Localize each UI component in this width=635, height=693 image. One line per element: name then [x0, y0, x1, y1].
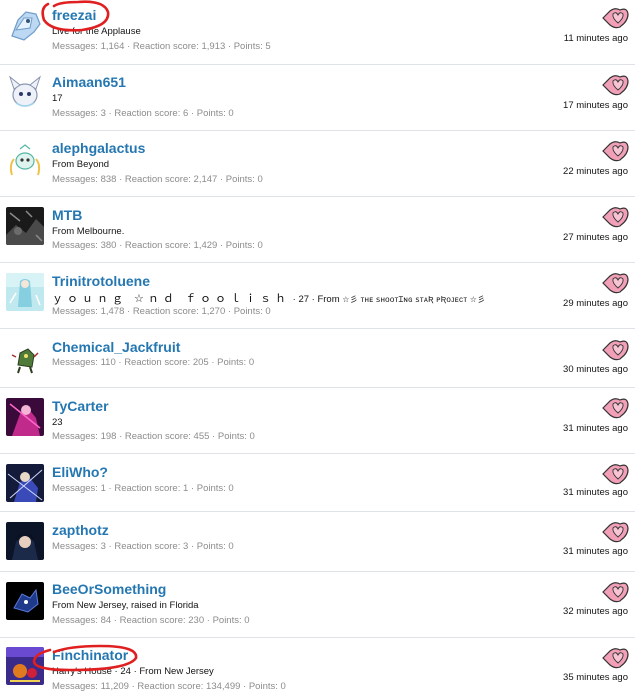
avatar[interactable] — [6, 522, 44, 560]
last-seen-time: 11 minutes ago — [563, 33, 628, 44]
list-item: alephgalactus From Beyond Messages: 838 … — [0, 130, 635, 196]
avatar[interactable] — [6, 73, 44, 111]
avatar[interactable] — [6, 339, 44, 377]
list-item: BeeOrSomething From New Jersey, raised i… — [0, 571, 635, 637]
member-stats: Messages: 1,164 · Reaction score: 1,913 … — [52, 41, 271, 52]
list-item: Chemical_Jackfruit Messages: 110 · React… — [0, 328, 635, 387]
list-item: TyCarter 23 Messages: 198 · Reaction sco… — [0, 387, 635, 453]
member-stats: Messages: 84 · Reaction score: 230 · Poi… — [52, 615, 250, 626]
avatar[interactable] — [6, 582, 44, 620]
heart-speech-bubble-icon[interactable] — [601, 7, 629, 29]
member-stats: Messages: 198 · Reaction score: 455 · Po… — [52, 431, 255, 442]
member-location: ☆彡 ᴛʜᴇ ꜱʜᴏᴏᴛɪɴɢ ꜱᴛᴀʀ ᴘʀᴏᴊᴇᴄᴛ ☆彡 — [342, 295, 486, 304]
last-seen-time: 31 minutes ago — [563, 487, 628, 498]
list-item: Finchinator Harry's House · 24 · From Ne… — [0, 637, 635, 693]
avatar[interactable] — [6, 6, 44, 44]
username-link[interactable]: MTB — [52, 207, 82, 223]
username-link[interactable]: TyCarter — [52, 398, 109, 414]
member-age: 24 — [120, 666, 131, 677]
list-item: EliWho? Messages: 1 · Reaction score: 1 … — [0, 453, 635, 511]
username-link[interactable]: Trinitrotoluene — [52, 273, 150, 289]
custom-title: Harry's House — [52, 666, 112, 677]
avatar[interactable] — [6, 273, 44, 311]
avatar[interactable] — [6, 141, 44, 179]
heart-speech-bubble-icon[interactable] — [601, 647, 629, 669]
member-stats: Messages: 3 · Reaction score: 3 · Points… — [52, 541, 234, 552]
avatar[interactable] — [6, 647, 44, 685]
heart-speech-bubble-icon[interactable] — [601, 74, 629, 96]
heart-speech-bubble-icon[interactable] — [601, 397, 629, 419]
last-seen-time: 30 minutes ago — [563, 364, 628, 375]
member-blurb: 17 — [52, 93, 63, 104]
username-link[interactable]: BeeOrSomething — [52, 581, 166, 597]
member-blurb: From Beyond — [52, 159, 110, 170]
member-stats: Messages: 380 · Reaction score: 1,429 · … — [52, 240, 263, 251]
member-stats: Messages: 11,209 · Reaction score: 134,4… — [52, 681, 286, 692]
member-stats: Messages: 110 · Reaction score: 205 · Po… — [52, 357, 255, 368]
username-link[interactable]: freezai — [52, 7, 96, 23]
avatar[interactable] — [6, 398, 44, 436]
member-blurb: From New Jersey, raised in Florida — [52, 600, 199, 611]
last-seen-time: 29 minutes ago — [563, 298, 628, 309]
member-age: 27 — [298, 294, 310, 305]
member-blurb: Live for the Applause — [52, 26, 141, 37]
heart-speech-bubble-icon[interactable] — [601, 140, 629, 162]
member-blurb: From Melbourne. — [52, 226, 125, 237]
member-blurb: ｙｏｕｎｇ ☆ｎｄ ｆｏｏｌｉｓｈ · 27 · From ☆彡 ᴛʜᴇ ꜱʜᴏ… — [52, 293, 486, 305]
username-link[interactable]: alephgalactus — [52, 140, 145, 156]
list-item: freezai Live for the Applause Messages: … — [0, 0, 635, 64]
last-seen-time: 17 minutes ago — [563, 100, 628, 111]
last-seen-time: 22 minutes ago — [563, 166, 628, 177]
custom-title: ｙｏｕｎｇ ☆ｎｄ ｆｏｏｌｉｓｈ — [52, 293, 290, 305]
heart-speech-bubble-icon[interactable] — [601, 521, 629, 543]
username-link[interactable]: Finchinator — [52, 647, 128, 663]
last-seen-time: 35 minutes ago — [563, 672, 628, 683]
member-location: New Jersey — [164, 666, 214, 677]
list-item: MTB From Melbourne. Messages: 380 · Reac… — [0, 196, 635, 262]
member-stats: Messages: 1 · Reaction score: 1 · Points… — [52, 483, 234, 494]
username-link[interactable]: Aimaan651 — [52, 74, 126, 90]
list-item: Trinitrotoluene ｙｏｕｎｇ ☆ｎｄ ｆｏｏｌｉｓｈ · 27 ·… — [0, 262, 635, 328]
member-stats: Messages: 838 · Reaction score: 2,147 · … — [52, 174, 263, 185]
last-seen-time: 31 minutes ago — [563, 423, 628, 434]
list-item: Aimaan651 17 Messages: 3 · Reaction scor… — [0, 64, 635, 130]
member-blurb: Harry's House · 24 · From New Jersey — [52, 666, 214, 677]
member-stats: Messages: 3 · Reaction score: 6 · Points… — [52, 108, 234, 119]
username-link[interactable]: EliWho? — [52, 464, 108, 480]
heart-speech-bubble-icon[interactable] — [601, 463, 629, 485]
last-seen-time: 32 minutes ago — [563, 606, 628, 617]
heart-speech-bubble-icon[interactable] — [601, 339, 629, 361]
username-link[interactable]: Chemical_Jackfruit — [52, 339, 180, 355]
avatar[interactable] — [6, 207, 44, 245]
heart-speech-bubble-icon[interactable] — [601, 206, 629, 228]
heart-speech-bubble-icon[interactable] — [601, 272, 629, 294]
avatar[interactable] — [6, 464, 44, 502]
last-seen-time: 31 minutes ago — [563, 546, 628, 557]
heart-speech-bubble-icon[interactable] — [601, 581, 629, 603]
member-blurb: 23 — [52, 417, 63, 428]
last-seen-time: 27 minutes ago — [563, 232, 628, 243]
list-item: zapthotz Messages: 3 · Reaction score: 3… — [0, 511, 635, 571]
username-link[interactable]: zapthotz — [52, 522, 109, 538]
member-stats: Messages: 1,478 · Reaction score: 1,270 … — [52, 306, 271, 317]
